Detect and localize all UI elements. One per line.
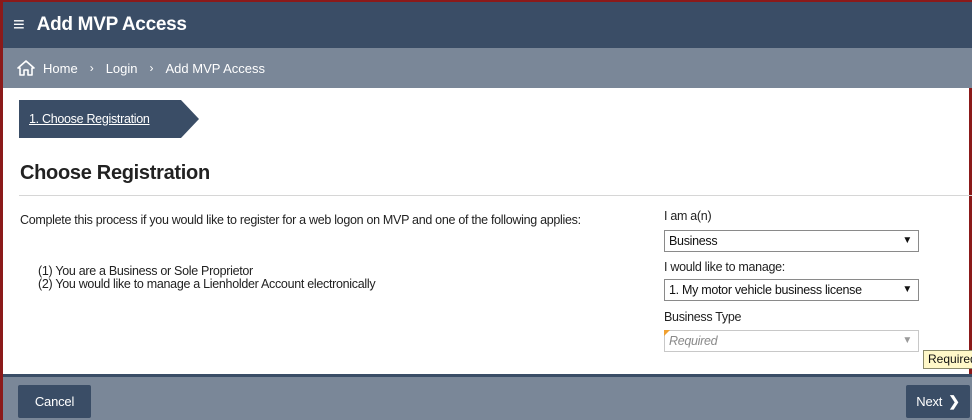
hamburger-icon[interactable]: ≡ [13,15,25,35]
breadcrumb-add-mvp-access: Add MVP Access [165,60,265,76]
manage-value: 1. My motor vehicle business license [669,283,862,297]
business-type-select[interactable]: Required ▼ [664,330,919,352]
section-divider [19,195,972,196]
step-indicator: 1. Choose Registration [19,100,199,138]
chevron-right-icon: ❯ [948,393,960,409]
i-am-label: I am a(n) [664,209,712,223]
dropdown-arrow-icon: ▼ [902,235,912,246]
step-choose-registration[interactable]: 1. Choose Registration [19,100,199,138]
dropdown-arrow-icon: ▼ [902,284,912,295]
required-tooltip: Required [923,350,972,369]
cancel-button[interactable]: Cancel [18,385,91,418]
condition-item: (2) You would like to manage a Lienholde… [38,277,376,291]
cancel-label: Cancel [34,394,75,409]
home-icon[interactable] [17,60,35,76]
breadcrumb-home[interactable]: Home [43,61,78,76]
next-button[interactable]: Next ❯ [906,385,970,418]
breadcrumb-separator: › [149,61,154,75]
i-am-value: Business [669,234,718,248]
breadcrumb: Home › Login › Add MVP Access [3,48,972,88]
business-type-label: Business Type [664,310,742,324]
description-text: Complete this process if you would like … [20,213,581,227]
conditions-list: (1) You are a Business or Sole Proprieto… [38,265,376,291]
manage-select[interactable]: 1. My motor vehicle business license ▼ [664,279,919,301]
section-title: Choose Registration [20,162,210,184]
breadcrumb-login[interactable]: Login [106,61,138,76]
footer-bar: Cancel Next ❯ [3,374,972,420]
manage-label: I would like to manage: [664,260,785,274]
dropdown-arrow-icon: ▼ [902,335,912,346]
app-header: ≡ Add MVP Access [3,2,972,48]
next-label: Next [916,394,943,409]
i-am-select[interactable]: Business ▼ [664,230,919,252]
business-type-placeholder: Required [669,334,718,348]
breadcrumb-separator: › [89,61,94,75]
page-title: Add MVP Access [36,14,187,35]
